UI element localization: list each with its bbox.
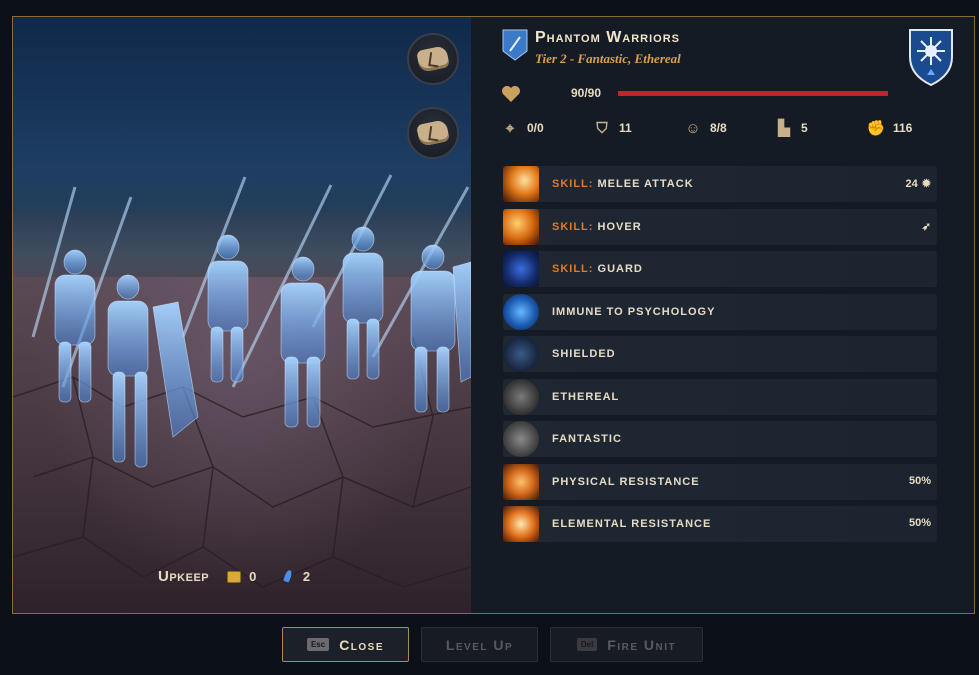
rune-stone-icon [416, 119, 450, 147]
health-row: 90/90 [501, 83, 961, 105]
stat-morale-value: 8/8 [710, 121, 727, 135]
shield-icon [503, 336, 539, 372]
ability-label: Ethereal [552, 390, 620, 403]
ability-value: 50% [908, 517, 931, 529]
fist-strength-icon: ✊ [866, 120, 886, 137]
level-up-button-label: Level Up [445, 636, 514, 653]
health-bar [618, 91, 888, 96]
unit-tier: Tier 2 - Fantastic, Ethereal [535, 51, 681, 66]
boot-movement-icon: ▙ [778, 120, 790, 137]
ability-guard[interactable]: Skill: Guard [503, 251, 937, 287]
rune-stone-icon [416, 45, 450, 73]
close-button[interactable]: Esc Close [282, 627, 409, 662]
upkeep-mana-value: 2 [302, 569, 311, 584]
phantom-warriors-figures [31, 174, 471, 468]
skill-prefix: Skill: [552, 220, 594, 233]
rune-stone-button-2[interactable] [407, 107, 459, 159]
faction-emblem-icon[interactable] [907, 27, 955, 87]
gold-icon [227, 570, 242, 583]
esc-key-hint: Esc [306, 638, 330, 651]
skill-prefix: Skill: [552, 178, 594, 190]
stat-morale[interactable]: ☺ 8/8 [684, 119, 727, 137]
heart-icon [502, 86, 520, 102]
health-value: 90/90 [571, 86, 602, 100]
mana-icon [281, 570, 295, 584]
upkeep-label: Upkeep [158, 568, 210, 585]
stat-accuracy-value: 0/0 [527, 121, 544, 135]
hover-icon [503, 208, 539, 245]
ability-label: Hover [597, 220, 642, 233]
upkeep-gold-value: 0 [249, 569, 257, 584]
ability-label: Elemental Resistance [552, 518, 712, 530]
ability-label: Physical Resistance [552, 475, 700, 488]
stat-strength-value: 116 [893, 121, 913, 135]
guard-icon [503, 251, 539, 287]
stat-defense[interactable]: ⛉ 11 [593, 119, 632, 137]
knot-icon [503, 378, 539, 415]
stat-movement-value: 5 [801, 121, 808, 135]
defense-shield-icon: ⛉ [596, 119, 608, 137]
griffon-icon [503, 421, 539, 457]
unit-type-badge-icon [502, 29, 528, 61]
ability-fantastic[interactable]: Fantastic [503, 421, 937, 457]
stat-defense-value: 11 [619, 121, 632, 135]
ability-elemental-resistance[interactable]: Elemental Resistance 50% [503, 506, 937, 542]
ability-value: 24 [905, 177, 918, 190]
brain-icon [503, 293, 539, 330]
ability-label: Shielded [552, 348, 616, 360]
ability-physical-resistance[interactable]: Physical Resistance 50% [503, 463, 937, 500]
level-up-button[interactable]: Level Up [421, 627, 538, 662]
ability-ethereal[interactable]: Ethereal [503, 378, 937, 415]
fire-unit-button-label: Fire Unit [607, 636, 677, 653]
skill-prefix: Skill: [552, 263, 594, 275]
sun-burst-icon: ✹ [921, 178, 931, 190]
ability-label: Immune to Psychology [552, 305, 716, 318]
sword-slash-icon [503, 463, 539, 500]
ability-immune-to-psychology[interactable]: Immune to Psychology [503, 293, 937, 330]
fireball-icon [503, 506, 539, 542]
ability-melee-attack[interactable]: Skill: Melee Attack 24 ✹ [503, 166, 937, 202]
melee-attack-icon [503, 166, 539, 202]
stats-row: ⌖ 0/0 ⛉ 11 ☺ 8/8 ▙ 5 ✊ 116 [501, 119, 931, 141]
morale-icon: ☺ [685, 119, 701, 137]
unit-preview-scene [13, 17, 471, 613]
ability-label: Melee Attack [597, 178, 694, 190]
unit-details-panel: Phantom Warriors Tier 2 - Fantastic, Eth… [471, 17, 974, 613]
upkeep-row: Upkeep 0 2 [158, 568, 311, 585]
ability-hover[interactable]: Skill: Hover ➶ [503, 208, 937, 245]
ability-value: 50% [908, 474, 931, 487]
rune-stone-button-1[interactable] [407, 33, 459, 85]
del-key-hint: Del [576, 638, 598, 651]
health-bar-fill [618, 91, 888, 96]
ability-label: Guard [597, 263, 643, 275]
ability-shielded[interactable]: Shielded [503, 336, 937, 372]
crosshair-icon: ⌖ [505, 119, 515, 137]
abilities-list: Skill: Melee Attack 24 ✹ Skill: Hover ➶ S… [503, 166, 937, 549]
ability-label: Fantastic [552, 433, 622, 445]
close-button-label: Close [339, 636, 385, 653]
stat-strength[interactable]: ✊ 116 [866, 119, 913, 137]
stat-movement[interactable]: ▙ 5 [775, 119, 808, 137]
stat-accuracy[interactable]: ⌖ 0/0 [501, 119, 544, 137]
unit-name: Phantom Warriors [535, 29, 681, 46]
fire-unit-button[interactable]: Del Fire Unit [550, 627, 703, 662]
cursor-feather-icon: ➶ [921, 220, 931, 233]
